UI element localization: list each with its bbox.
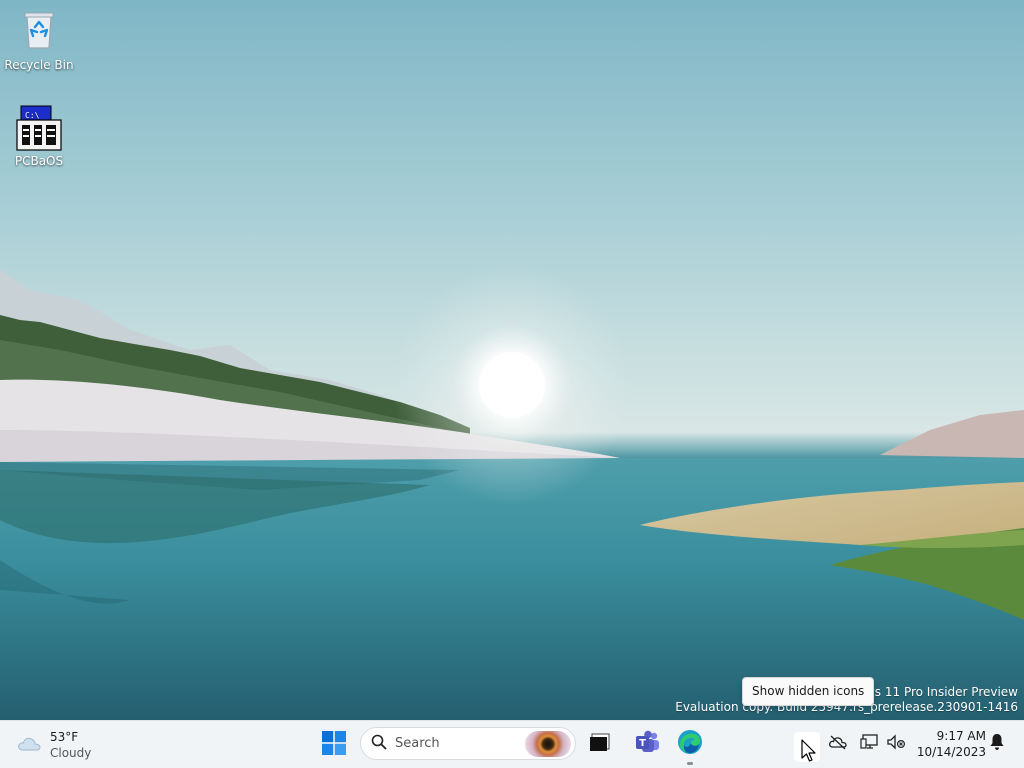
task-view-button[interactable] bbox=[580, 724, 620, 764]
search-highlight-image bbox=[525, 731, 571, 757]
search-icon bbox=[371, 734, 387, 754]
edge-button[interactable] bbox=[670, 724, 710, 765]
onedrive-status-button[interactable] bbox=[826, 732, 850, 756]
search-placeholder: Search bbox=[395, 736, 440, 751]
volume-button[interactable] bbox=[884, 732, 908, 756]
show-hidden-icons-tooltip: Show hidden icons bbox=[742, 677, 875, 706]
cloud-icon bbox=[16, 733, 42, 757]
network-button[interactable] bbox=[858, 732, 882, 756]
volume-muted-icon bbox=[886, 734, 906, 754]
bell-icon bbox=[989, 733, 1005, 755]
wallpaper-landscape bbox=[0, 265, 1024, 720]
weather-widget[interactable]: 53°F Cloudy bbox=[16, 729, 91, 761]
weather-condition: Cloudy bbox=[50, 746, 92, 760]
pcbaos-app-icon: C:\ bbox=[15, 104, 63, 152]
weather-temperature: 53°F bbox=[50, 730, 79, 744]
svg-text:T: T bbox=[639, 738, 646, 749]
windows-start-icon bbox=[322, 731, 346, 759]
pcbaos-desktop-icon[interactable]: C:\ PCBaOS bbox=[1, 104, 77, 168]
clock-button[interactable] bbox=[0, 720, 1, 721]
mouse-cursor-icon bbox=[801, 739, 816, 762]
cloud-offline-icon bbox=[828, 734, 848, 754]
recycle-bin-label: Recycle Bin bbox=[4, 58, 74, 72]
taskbar-search-box[interactable]: Search bbox=[360, 727, 576, 760]
task-view-icon bbox=[589, 732, 611, 756]
clock-time: 9:17 AM bbox=[936, 729, 986, 743]
recycle-bin-desktop-icon[interactable]: Recycle Bin bbox=[1, 8, 77, 72]
network-icon bbox=[860, 733, 880, 755]
recycle-bin-icon bbox=[15, 8, 63, 56]
clock[interactable]: 9:17 AM 10/14/2023 bbox=[914, 728, 986, 760]
edge-running-indicator bbox=[687, 762, 693, 765]
desktop[interactable]: Recycle Bin C:\ PCBaOS indows 11 Pro Ins… bbox=[0, 0, 1024, 720]
notifications-button[interactable] bbox=[985, 732, 1009, 756]
clock-date: 10/14/2023 bbox=[916, 745, 986, 759]
start-button[interactable] bbox=[314, 725, 354, 765]
svg-text:C:\: C:\ bbox=[25, 111, 40, 120]
teams-icon: T bbox=[635, 730, 661, 758]
pcbaos-label: PCBaOS bbox=[14, 154, 64, 168]
edge-icon bbox=[677, 729, 703, 759]
teams-button[interactable]: T bbox=[628, 724, 668, 764]
